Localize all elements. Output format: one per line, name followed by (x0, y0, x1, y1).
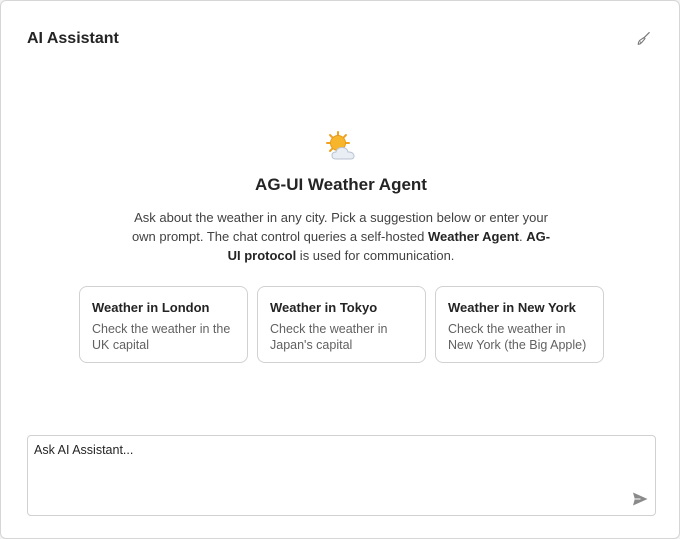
send-button[interactable] (630, 489, 650, 509)
prompt-input-container (27, 435, 656, 516)
suggestion-title: Weather in London (92, 300, 210, 315)
suggestion-list: Weather in London Check the weather in t… (79, 286, 604, 363)
sun-behind-cloud-icon (323, 129, 359, 165)
suggestion-description: Check the weather in Japan's capital (270, 322, 388, 352)
suggestion-title: Weather in Tokyo (270, 300, 378, 315)
welcome-text-part: is used for communication. (296, 248, 455, 263)
chat-panel: AI Assistant AG-UI Weather Agent Ask abo… (0, 0, 680, 539)
prompt-input[interactable] (28, 436, 618, 515)
broom-icon (637, 32, 650, 45)
suggestion-title: Weather in New York (448, 300, 576, 315)
suggestion-description: Check the weather in New York (the Big A… (448, 322, 587, 352)
welcome-title: AG-UI Weather Agent (255, 175, 427, 194)
chat-header-title: AI Assistant (27, 30, 119, 47)
suggestion-card-tokyo[interactable]: Weather in Tokyo Check the weather in Ja… (257, 286, 426, 363)
send-icon (633, 492, 648, 506)
welcome-description: Ask about the weather in any city. Pick … (131, 208, 551, 265)
weather-agent-emphasis: Weather Agent (427, 229, 519, 244)
suggestion-description: Check the weather in the UK capital (92, 322, 231, 352)
clear-chat-button[interactable] (633, 29, 653, 49)
suggestion-card-new-york[interactable]: Weather in New York Check the weather in… (435, 286, 604, 363)
suggestion-card-london[interactable]: Weather in London Check the weather in t… (79, 286, 248, 363)
